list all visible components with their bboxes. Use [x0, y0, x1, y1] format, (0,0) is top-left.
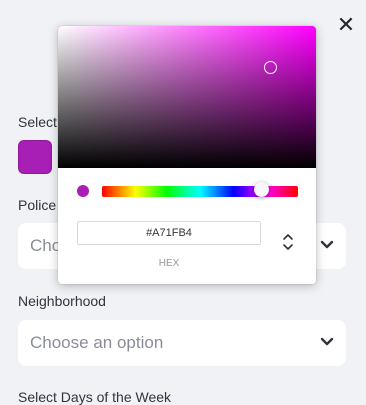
up-down-arrows-icon[interactable] — [280, 231, 296, 253]
saturation-handle[interactable] — [264, 61, 277, 74]
close-icon[interactable]: ✕ — [333, 12, 359, 38]
chevron-down-icon — [320, 337, 334, 346]
saturation-brightness-area[interactable] — [58, 26, 316, 168]
neighborhood-select-placeholder: Choose an option — [30, 333, 164, 352]
hex-input[interactable] — [77, 221, 261, 245]
color-picker-popover: HEX — [58, 26, 316, 284]
chevron-down-icon — [320, 240, 334, 249]
select-color-label: Select — [18, 114, 57, 130]
hue-slider-handle[interactable] — [254, 182, 269, 197]
current-color-preview — [77, 185, 89, 197]
color-format-label: HEX — [158, 258, 180, 269]
days-of-week-label: Select Days of the Week — [18, 389, 172, 405]
neighborhood-label: Neighborhood — [18, 293, 106, 309]
neighborhood-select[interactable]: Choose an option — [18, 320, 346, 366]
police-label: Police — [18, 197, 57, 213]
color-swatch[interactable] — [18, 140, 52, 174]
